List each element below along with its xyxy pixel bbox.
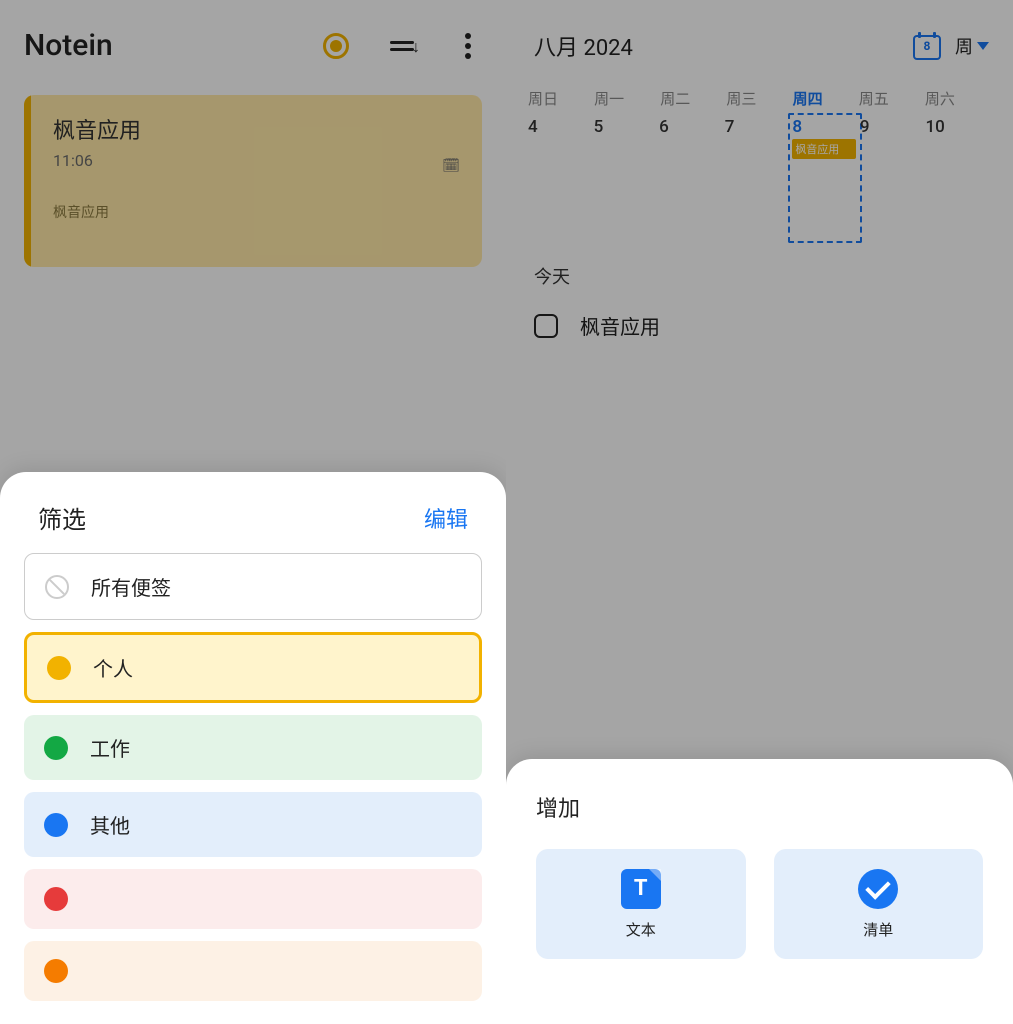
day-num: 5 (594, 117, 660, 137)
task-row[interactable]: 枫音应用 (506, 289, 1013, 362)
filter-edit-button[interactable]: 编辑 (424, 502, 468, 534)
dot-icon (47, 656, 71, 680)
dot-icon (44, 813, 68, 837)
day-cell[interactable]: 9 (860, 117, 926, 247)
sort-icon[interactable]: ↓ (388, 32, 416, 60)
month-label: 八月 2024 (534, 30, 899, 62)
weekday-active: 周四 (793, 88, 859, 109)
filter-item-other[interactable]: 其他 (24, 792, 482, 857)
view-label: 周 (955, 33, 973, 59)
reminder-icon: 🗓 (442, 158, 460, 174)
note-title: 枫音应用 (53, 113, 460, 145)
day-num: 6 (659, 117, 725, 137)
view-selector[interactable]: 周 (955, 33, 989, 59)
day-num: 7 (725, 117, 791, 137)
filter-item-work[interactable]: 工作 (24, 715, 482, 780)
day-num: 9 (860, 117, 926, 137)
add-text-label: 文本 (626, 919, 656, 940)
filter-label: 工作 (90, 733, 130, 762)
filter-item-all[interactable]: 所有便签 (24, 553, 482, 620)
note-accent (24, 95, 31, 267)
dot-icon (44, 887, 68, 911)
weekday-row: 周日 周一 周二 周三 周四 周五 周六 (506, 68, 1013, 113)
weekday: 周二 (660, 88, 726, 109)
filter-label: 所有便签 (91, 572, 171, 601)
task-name: 枫音应用 (580, 311, 660, 340)
filter-item-red[interactable] (24, 869, 482, 929)
note-sub: 枫音应用 (53, 202, 460, 222)
weekday: 周五 (859, 88, 925, 109)
weekday: 周日 (528, 88, 594, 109)
day-cell[interactable]: 4 (528, 117, 594, 247)
left-header: Notein ↓ (0, 0, 506, 73)
chevron-down-icon (977, 42, 989, 50)
filter-item-orange[interactable] (24, 941, 482, 1001)
record-icon[interactable] (322, 32, 350, 60)
dot-icon (44, 959, 68, 983)
event-chip[interactable]: 枫音应用 (792, 139, 856, 159)
add-sheet-title: 增加 (536, 791, 983, 823)
filter-sheet-title: 筛选 (38, 500, 86, 535)
calendar-icon[interactable]: 8 (913, 32, 941, 60)
add-text-button[interactable]: 文本 (536, 849, 746, 959)
today-label: 今天 (506, 247, 1013, 289)
note-card[interactable]: 枫音应用 11:06 枫音应用 (24, 95, 482, 267)
filter-label: 其他 (90, 810, 130, 839)
app-title: Notein (24, 28, 302, 63)
day-cell[interactable]: 6 (659, 117, 725, 247)
filter-item-personal[interactable]: 个人 (24, 632, 482, 703)
filter-sheet: 筛选 编辑 所有便签 个人 工作 其他 (0, 472, 506, 1024)
kebab-menu-icon[interactable] (454, 32, 482, 60)
weekday: 周一 (594, 88, 660, 109)
calendar-header: 八月 2024 8 周 (506, 0, 1013, 68)
date-row: 4 5 6 7 8 枫音应用 9 10 (506, 113, 1013, 247)
day-num: 10 (925, 117, 991, 137)
add-sheet: 增加 文本 清单 (506, 759, 1013, 1024)
dot-icon (44, 736, 68, 760)
calendar-icon-day: 8 (913, 39, 941, 53)
text-icon (621, 869, 661, 909)
checkbox-icon[interactable] (534, 314, 558, 338)
day-num: 8 (792, 117, 858, 137)
check-icon (858, 869, 898, 909)
day-cell[interactable]: 5 (594, 117, 660, 247)
filter-label: 个人 (93, 653, 133, 682)
add-list-label: 清单 (863, 919, 893, 940)
day-num: 4 (528, 117, 594, 137)
weekday: 周六 (925, 88, 991, 109)
day-cell[interactable]: 10 (925, 117, 991, 247)
weekday: 周三 (726, 88, 792, 109)
note-time: 11:06 (53, 151, 460, 170)
none-icon (45, 575, 69, 599)
day-cell[interactable]: 7 (725, 117, 791, 247)
add-list-button[interactable]: 清单 (774, 849, 984, 959)
day-cell-selected[interactable]: 8 枫音应用 (788, 113, 862, 243)
